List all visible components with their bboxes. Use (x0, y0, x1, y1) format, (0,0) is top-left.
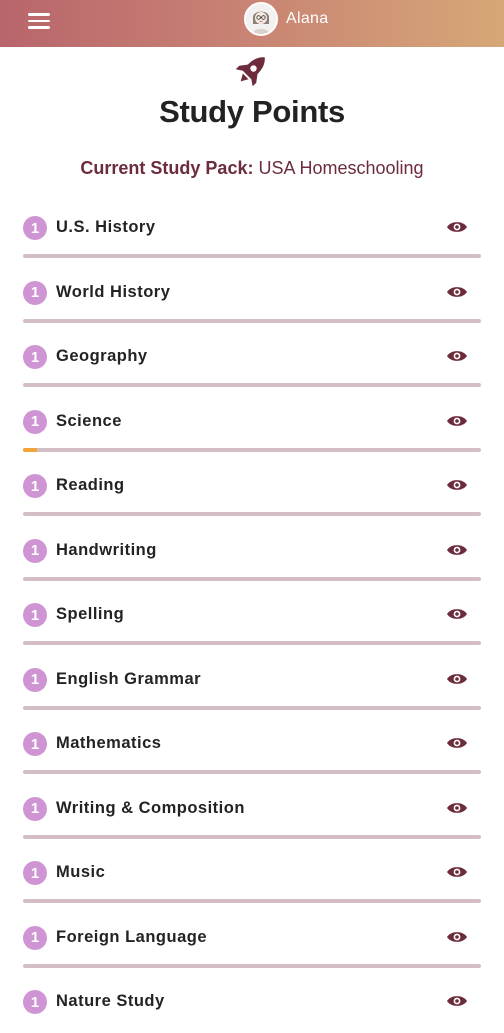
points-badge: 1 (23, 474, 47, 498)
progress-bar (23, 705, 481, 710)
progress-bar (23, 447, 481, 452)
avatar[interactable] (244, 2, 278, 36)
subject-row-handwriting[interactable]: 1 Handwriting (23, 517, 481, 582)
study-pack-name: USA Homeschooling (258, 158, 424, 178)
points-badge: 1 (23, 861, 47, 885)
study-pack-label: Current Study Pack: (80, 158, 254, 178)
eye-icon[interactable] (446, 736, 468, 750)
user-profile-button[interactable]: Alana (244, 2, 328, 36)
subject-row-reading[interactable]: 1 Reading (23, 452, 481, 517)
subject-row-science[interactable]: 1 Science (23, 388, 481, 453)
progress-bar (23, 576, 481, 581)
user-name[interactable]: Alana (286, 10, 328, 28)
subject-name[interactable]: English Grammar (56, 670, 201, 689)
current-study-pack: Current Study Pack: USA Homeschooling (0, 158, 504, 179)
progress-bar (23, 383, 481, 387)
progress-fill (23, 447, 37, 452)
subject-row-music[interactable]: 1 Music (23, 839, 481, 904)
subject-name[interactable]: U.S. History (56, 218, 156, 237)
subject-list: 1 U.S. History 1 World History 1 Geograp… (23, 194, 481, 1033)
subject-name[interactable]: Geography (56, 347, 148, 366)
progress-bar (23, 770, 481, 774)
points-badge: 1 (23, 216, 47, 240)
eye-icon[interactable] (446, 930, 468, 944)
eye-icon[interactable] (446, 543, 468, 557)
progress-bar (23, 254, 481, 258)
eye-icon[interactable] (446, 414, 468, 428)
eye-icon[interactable] (446, 672, 468, 686)
subject-name[interactable]: Handwriting (56, 541, 157, 560)
subject-row-foreign-language[interactable]: 1 Foreign Language (23, 904, 481, 969)
subject-row-geography[interactable]: 1 Geography (23, 323, 481, 388)
points-badge: 1 (23, 925, 47, 950)
subject-row-english-grammar[interactable]: 1 English Grammar (23, 646, 481, 711)
subject-row-nature-study[interactable]: 1 Nature Study (23, 968, 481, 1033)
points-badge: 1 (23, 345, 47, 369)
subject-name[interactable]: Nature Study (56, 992, 165, 1011)
progress-bar (23, 899, 481, 903)
subject-name[interactable]: Writing & Composition (56, 799, 245, 818)
eye-icon[interactable] (446, 349, 468, 363)
subject-name[interactable]: Mathematics (56, 734, 161, 753)
progress-bar (23, 318, 481, 323)
subject-name[interactable]: Spelling (56, 605, 124, 624)
subject-name[interactable]: Music (56, 863, 105, 882)
eye-icon[interactable] (446, 220, 468, 234)
points-badge: 1 (23, 667, 47, 692)
subject-name[interactable]: Reading (56, 476, 125, 495)
points-badge: 1 (23, 732, 47, 756)
subject-row-world-history[interactable]: 1 World History (23, 259, 481, 324)
rocket-icon (235, 57, 265, 87)
progress-bar (23, 834, 481, 839)
points-badge: 1 (23, 538, 47, 563)
points-badge: 1 (23, 409, 47, 434)
eye-icon[interactable] (446, 801, 468, 815)
eye-icon[interactable] (446, 865, 468, 879)
subject-name[interactable]: Foreign Language (56, 928, 207, 947)
points-badge: 1 (23, 990, 47, 1014)
subject-row-mathematics[interactable]: 1 Mathematics (23, 710, 481, 775)
progress-bar (23, 512, 481, 516)
progress-bar (23, 641, 481, 645)
eye-icon[interactable] (446, 607, 468, 621)
points-badge: 1 (23, 280, 47, 305)
subject-row-us-history[interactable]: 1 U.S. History (23, 194, 481, 259)
eye-icon[interactable] (446, 994, 468, 1008)
top-app-bar: Alana (0, 0, 504, 47)
subject-row-writing-composition[interactable]: 1 Writing & Composition (23, 775, 481, 840)
menu-icon[interactable] (28, 12, 50, 30)
eye-icon[interactable] (446, 285, 468, 299)
eye-icon[interactable] (446, 478, 468, 492)
points-badge: 1 (23, 603, 47, 627)
progress-bar (23, 963, 481, 968)
subject-row-spelling[interactable]: 1 Spelling (23, 581, 481, 646)
subject-name[interactable]: Science (56, 412, 122, 431)
subject-name[interactable]: World History (56, 283, 170, 302)
points-badge: 1 (23, 796, 47, 821)
page-title: Study Points (159, 94, 345, 129)
